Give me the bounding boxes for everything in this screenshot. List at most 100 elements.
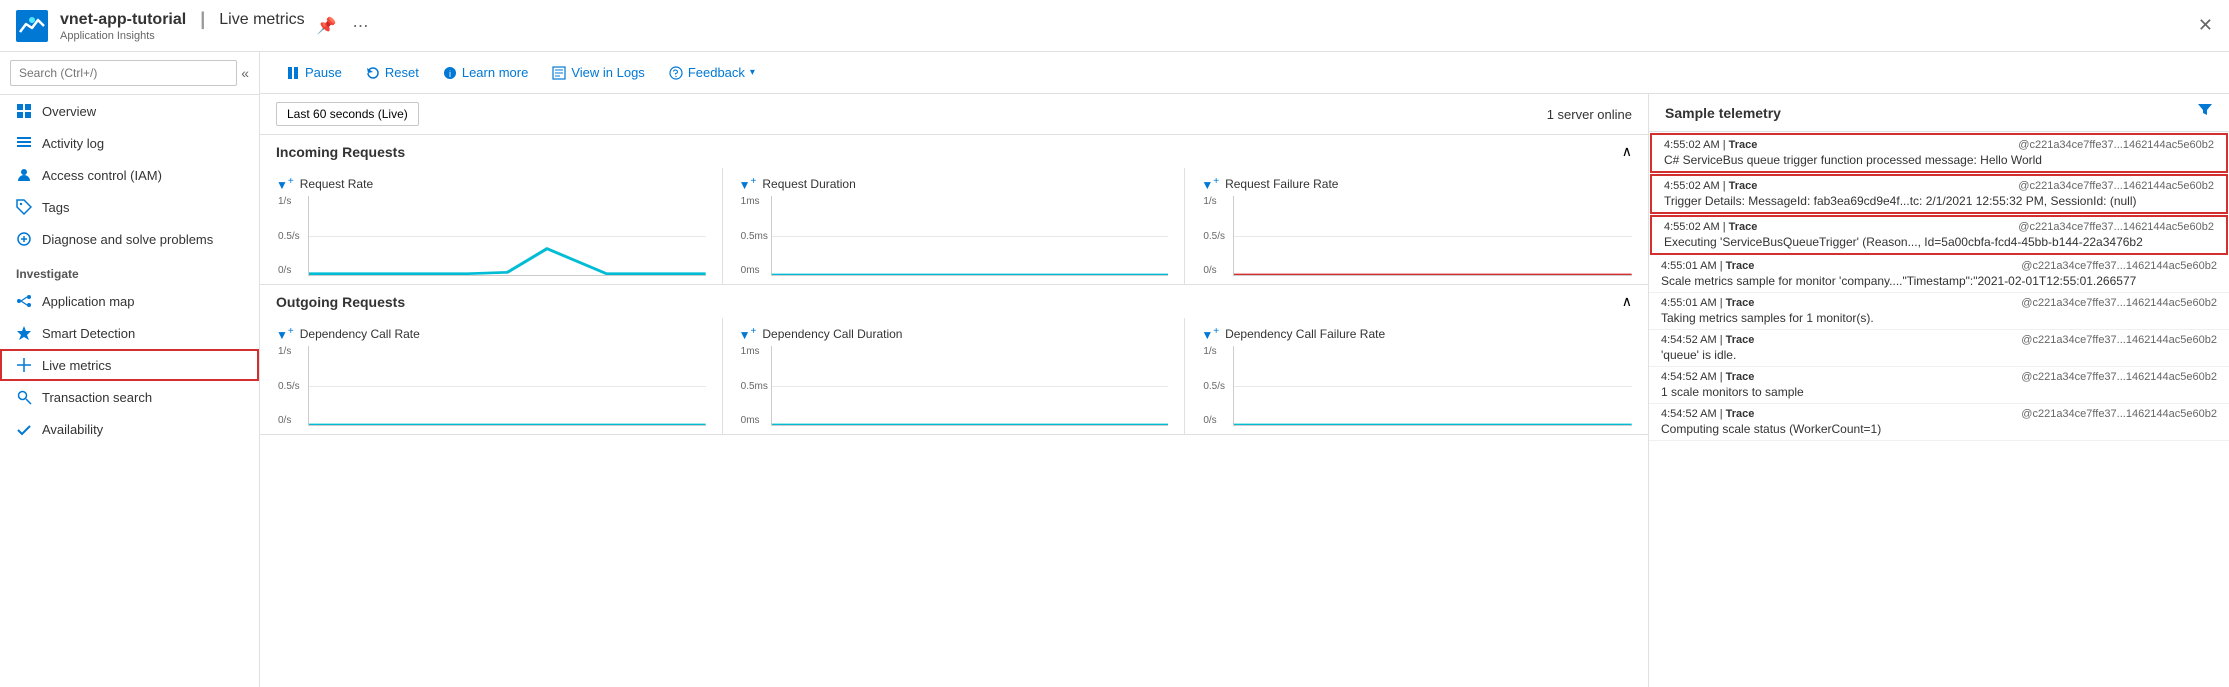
learn-more-button[interactable]: i Learn more xyxy=(433,60,538,85)
telemetry-item[interactable]: 4:54:52 AM | Trace @c221a34ce7ffe37...14… xyxy=(1649,404,2229,441)
overview-icon xyxy=(16,103,32,119)
dependency-call-rate-canvas: 1/s0.5/s0/s xyxy=(276,346,706,426)
sidebar-item-access-control[interactable]: Access control (IAM) xyxy=(0,159,259,191)
outgoing-requests-header: Outgoing Requests ∧ xyxy=(260,285,1648,318)
dependency-rate-filter-icon[interactable]: ▼+ xyxy=(276,326,294,342)
more-options-button[interactable]: ⋯ xyxy=(349,12,373,40)
page-title: Live metrics xyxy=(219,11,304,29)
sidebar-item-transaction-search[interactable]: Transaction search xyxy=(0,381,259,413)
request-rate-label: ▼+ Request Rate xyxy=(276,176,706,192)
sidebar-item-label: Access control (IAM) xyxy=(42,168,162,183)
request-duration-canvas: 1ms0.5ms0ms xyxy=(739,196,1169,276)
sidebar-item-availability[interactable]: Availability xyxy=(0,413,259,445)
outgoing-requests-section: Outgoing Requests ∧ ▼+ Dependency Call R… xyxy=(260,285,1648,435)
sidebar-item-label: Tags xyxy=(42,200,69,215)
telemetry-panel: Sample telemetry 4:55:02 AM | Trace @c22… xyxy=(1649,94,2229,687)
telemetry-item[interactable]: 4:55:02 AM | Trace @c221a34ce7ffe37...14… xyxy=(1650,174,2228,214)
telemetry-title: Sample telemetry xyxy=(1665,105,1781,121)
search-input[interactable] xyxy=(10,60,237,86)
dependency-failure-filter-icon[interactable]: ▼+ xyxy=(1201,326,1219,342)
charts-area: Last 60 seconds (Live) 1 server online I… xyxy=(260,94,1649,687)
transaction-search-icon xyxy=(16,389,32,405)
dependency-call-duration-label: ▼+ Dependency Call Duration xyxy=(739,326,1169,342)
sidebar-collapse-button[interactable]: « xyxy=(241,65,249,81)
sidebar-item-tags[interactable]: Tags xyxy=(0,191,259,223)
telemetry-item[interactable]: 4:55:01 AM | Trace @c221a34ce7ffe37...14… xyxy=(1649,256,2229,293)
close-button[interactable]: ✕ xyxy=(2198,15,2213,36)
telemetry-timestamp: 4:55:01 AM | Trace xyxy=(1661,260,1754,272)
dependency-call-rate-label: ▼+ Dependency Call Rate xyxy=(276,326,706,342)
content-area: Pause Reset i Learn more View in Logs Fe… xyxy=(260,52,2229,687)
incoming-requests-section: Incoming Requests ∧ ▼+ Request Rate xyxy=(260,135,1648,285)
sidebar-item-overview[interactable]: Overview xyxy=(0,95,259,127)
sidebar-item-label: Availability xyxy=(42,422,103,437)
request-rate-chart: ▼+ Request Rate 1/s0.5/s0/s xyxy=(260,168,723,284)
dependency-call-duration-canvas: 1ms0.5ms0ms xyxy=(739,346,1169,426)
request-failure-rate-label: ▼+ Request Failure Rate xyxy=(1201,176,1632,192)
telemetry-item[interactable]: 4:54:52 AM | Trace @c221a34ce7ffe37...14… xyxy=(1649,330,2229,367)
telemetry-id: @c221a34ce7ffe37...1462144ac5e60b2 xyxy=(2021,371,2217,383)
live-metrics-icon xyxy=(16,357,32,373)
request-failure-filter-icon[interactable]: ▼+ xyxy=(1201,176,1219,192)
pause-icon xyxy=(286,66,300,80)
incoming-requests-charts: ▼+ Request Rate 1/s0.5/s0/s xyxy=(260,168,1648,284)
smart-detection-icon xyxy=(16,325,32,341)
server-count: 1 server online xyxy=(1547,107,1632,122)
telemetry-message: 1 scale monitors to sample xyxy=(1661,385,2217,399)
telemetry-item[interactable]: 4:55:01 AM | Trace @c221a34ce7ffe37...14… xyxy=(1649,293,2229,330)
telemetry-id: @c221a34ce7ffe37...1462144ac5e60b2 xyxy=(2018,180,2214,192)
telemetry-id: @c221a34ce7ffe37...1462144ac5e60b2 xyxy=(2021,334,2217,346)
dependency-call-failure-canvas: 1/s0.5/s0/s xyxy=(1201,346,1632,426)
sidebar-item-smart-detection[interactable]: Smart Detection xyxy=(0,317,259,349)
telemetry-filter-icon[interactable] xyxy=(2197,102,2213,123)
request-duration-chart: ▼+ Request Duration 1ms0.5ms0ms xyxy=(723,168,1186,284)
sidebar-item-label: Diagnose and solve problems xyxy=(42,232,213,247)
telemetry-item[interactable]: 4:55:02 AM | Trace @c221a34ce7ffe37...14… xyxy=(1650,215,2228,255)
sidebar-item-label: Smart Detection xyxy=(42,326,135,341)
telemetry-id: @c221a34ce7ffe37...1462144ac5e60b2 xyxy=(2021,408,2217,420)
telemetry-item[interactable]: 4:54:52 AM | Trace @c221a34ce7ffe37...14… xyxy=(1649,367,2229,404)
sidebar-item-activity-log[interactable]: Activity log xyxy=(0,127,259,159)
feedback-button[interactable]: Feedback ▾ xyxy=(659,60,765,85)
telemetry-item[interactable]: 4:55:02 AM | Trace @c221a34ce7ffe37...14… xyxy=(1650,133,2228,173)
sidebar-item-application-map[interactable]: Application map xyxy=(0,285,259,317)
access-control-icon xyxy=(16,167,32,183)
telemetry-timestamp: 4:55:02 AM | Trace xyxy=(1664,221,1757,233)
telemetry-timestamp: 4:54:52 AM | Trace xyxy=(1661,408,1754,420)
dependency-duration-filter-icon[interactable]: ▼+ xyxy=(739,326,757,342)
header-subtitle: Application Insights xyxy=(60,30,305,42)
telemetry-message: 'queue' is idle. xyxy=(1661,348,2217,362)
reset-icon xyxy=(366,66,380,80)
pin-button[interactable]: 📌 xyxy=(313,12,341,40)
request-failure-rate-canvas: 1/s0.5/s0/s xyxy=(1201,196,1632,276)
telemetry-message: Computing scale status (WorkerCount=1) xyxy=(1661,422,2217,436)
time-range-button[interactable]: Last 60 seconds (Live) xyxy=(276,102,419,126)
outgoing-requests-collapse[interactable]: ∧ xyxy=(1622,293,1632,310)
sidebar-item-diagnose[interactable]: Diagnose and solve problems xyxy=(0,223,259,255)
diagnose-icon xyxy=(16,231,32,247)
request-rate-filter-icon[interactable]: ▼+ xyxy=(276,176,294,192)
telemetry-id: @c221a34ce7ffe37...1462144ac5e60b2 xyxy=(2021,260,2217,272)
pause-button[interactable]: Pause xyxy=(276,60,352,85)
telemetry-timestamp: 4:55:02 AM | Trace xyxy=(1664,180,1757,192)
main-layout: « Overview Activity log Access contro xyxy=(0,52,2229,687)
sidebar-item-label: Activity log xyxy=(42,136,104,151)
header: vnet-app-tutorial | Live metrics Applica… xyxy=(0,0,2229,52)
sidebar-item-live-metrics[interactable]: Live metrics xyxy=(0,349,259,381)
dependency-call-duration-chart: ▼+ Dependency Call Duration 1ms0.5ms0ms xyxy=(723,318,1186,434)
investigate-section-label: Investigate xyxy=(0,255,259,285)
reset-button[interactable]: Reset xyxy=(356,60,429,85)
app-name-text: vnet-app-tutorial xyxy=(60,11,186,29)
telemetry-timestamp: 4:54:52 AM | Trace xyxy=(1661,371,1754,383)
telemetry-timestamp: 4:55:02 AM | Trace xyxy=(1664,139,1757,151)
telemetry-message: Executing 'ServiceBusQueueTrigger' (Reas… xyxy=(1664,235,2214,249)
activity-log-icon xyxy=(16,135,32,151)
header-app-name: vnet-app-tutorial | Live metrics xyxy=(60,9,305,30)
incoming-requests-collapse[interactable]: ∧ xyxy=(1622,143,1632,160)
dependency-call-failure-label: ▼+ Dependency Call Failure Rate xyxy=(1201,326,1632,342)
view-in-logs-button[interactable]: View in Logs xyxy=(542,60,654,85)
telemetry-id: @c221a34ce7ffe37...1462144ac5e60b2 xyxy=(2021,297,2217,309)
sidebar: « Overview Activity log Access contro xyxy=(0,52,260,687)
telemetry-message: C# ServiceBus queue trigger function pro… xyxy=(1664,153,2214,167)
request-duration-filter-icon[interactable]: ▼+ xyxy=(739,176,757,192)
